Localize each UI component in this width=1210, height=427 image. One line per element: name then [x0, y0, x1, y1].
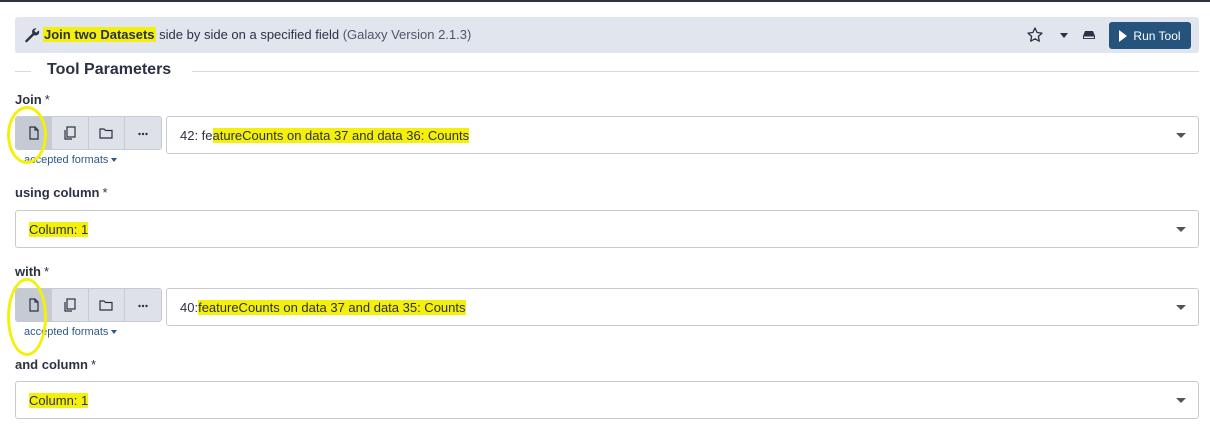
using-column-select[interactable]: Column: 1 [15, 210, 1199, 248]
tool-title: Join two Datasets side by side on a spec… [43, 26, 471, 44]
wrench-icon [25, 28, 40, 43]
copy-icon [64, 298, 76, 312]
tool-name: Join two Datasets [43, 27, 156, 42]
more-icon [138, 132, 148, 136]
using-column-label: using column * [15, 185, 108, 200]
join-selected-rest: atureCounts on data 37 and data 36: Coun… [212, 127, 470, 143]
drive-icon[interactable] [1080, 26, 1098, 44]
tool-description: side by side on a specified field [155, 27, 343, 42]
with-dataset-select[interactable]: 40: featureCounts on data 37 and data 35… [166, 288, 1199, 326]
multiple-datasets-button[interactable] [52, 117, 89, 149]
highlight-circle [7, 278, 47, 356]
more-options-button[interactable] [124, 117, 161, 149]
join-dataset-select[interactable]: 42: fe atureCounts on data 37 and data 36… [166, 116, 1199, 154]
tool-header: Join two Datasets side by side on a spec… [15, 17, 1199, 53]
using-column-value: Column: 1 [29, 221, 89, 237]
chevron-down-icon [1176, 133, 1186, 138]
with-selected-rest: featureCounts on data 37 and data 35: Co… [198, 299, 466, 315]
chevron-down-icon [111, 330, 118, 335]
with-label: with * [15, 264, 50, 279]
top-border [0, 0, 1210, 2]
dataset-collection-button[interactable] [88, 117, 125, 149]
more-icon [138, 304, 148, 308]
tool-version: (Galaxy Version 2.1.3) [342, 27, 472, 42]
caret-down-icon[interactable] [1055, 26, 1073, 44]
run-tool-label: Run Tool [1133, 28, 1181, 43]
chevron-down-icon [1176, 305, 1186, 310]
legend-line-left [15, 71, 31, 72]
section-title: Tool Parameters [47, 61, 172, 78]
multiple-datasets-button[interactable] [52, 289, 89, 321]
folder-icon [99, 300, 113, 311]
copy-icon [64, 126, 76, 140]
run-tool-button[interactable]: Run Tool [1109, 22, 1191, 49]
dataset-collection-button[interactable] [88, 289, 125, 321]
join-label: Join * [15, 92, 50, 107]
play-icon [1119, 29, 1128, 42]
and-column-value: Column: 1 [29, 392, 89, 408]
more-options-button[interactable] [124, 289, 161, 321]
chevron-down-icon [1176, 227, 1186, 232]
star-icon[interactable] [1026, 26, 1044, 44]
folder-icon [99, 128, 113, 139]
with-selected-prefix: 40: [180, 299, 199, 315]
chevron-down-icon [1176, 398, 1186, 403]
and-column-label: and column * [15, 357, 97, 372]
legend-line-right [192, 71, 1199, 72]
and-column-select[interactable]: Column: 1 [15, 381, 1199, 419]
join-selected-prefix: 42: fe [180, 127, 213, 143]
chevron-down-icon [111, 158, 118, 163]
highlight-circle [7, 106, 47, 164]
